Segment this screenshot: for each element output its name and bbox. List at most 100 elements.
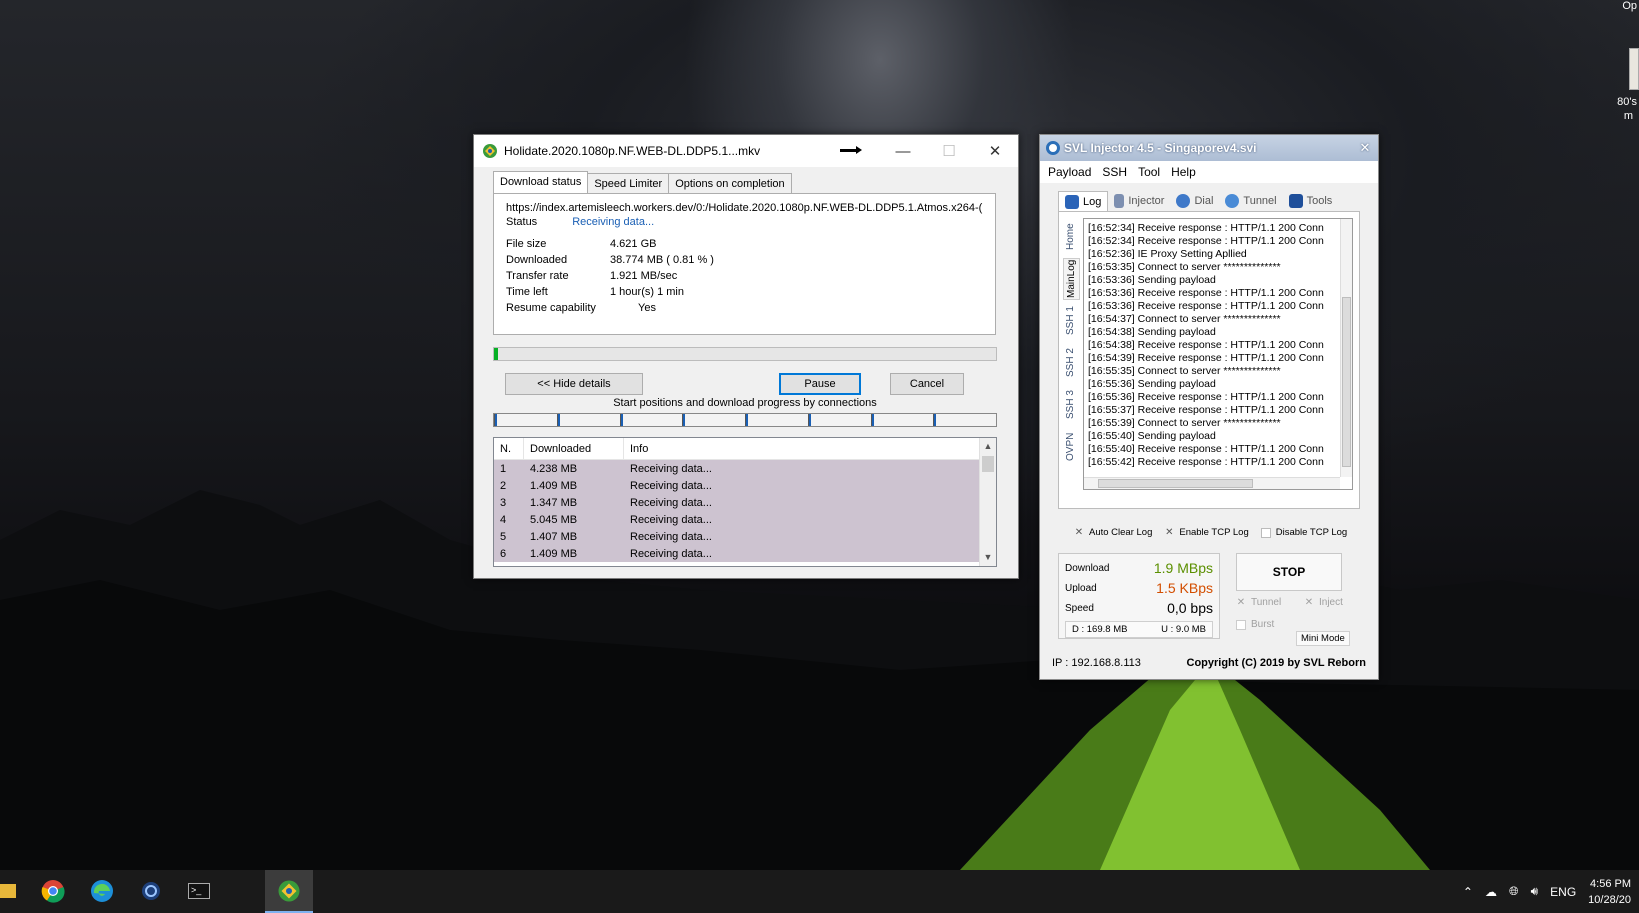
maximize-icon[interactable]: ☐ — [926, 135, 972, 167]
tab-injector[interactable]: Injector — [1108, 191, 1170, 211]
auto-clear-log-checkbox[interactable]: ✕ Auto Clear Log — [1074, 527, 1153, 538]
hide-details-button[interactable]: << Hide details — [505, 373, 643, 395]
menu-payload[interactable]: Payload — [1048, 165, 1091, 179]
tunnel-checkbox[interactable]: ✕ Tunnel — [1236, 597, 1281, 608]
idm-titlebar[interactable]: Holidate.2020.1080p.NF.WEB-DL.DDP5.1...m… — [474, 135, 1018, 167]
connection-number: 3 — [500, 496, 507, 509]
enable-tcp-log-checkbox[interactable]: ✕ Enable TCP Log — [1164, 527, 1249, 538]
connection-segment-fill — [683, 414, 686, 426]
column-header-n[interactable]: N. — [494, 438, 524, 459]
transfer-rate-label: Transfer rate — [506, 270, 569, 282]
tab-options-on-completion[interactable]: Options on completion — [668, 173, 792, 193]
table-row[interactable]: 3 1.347 MB Receiving data... — [494, 494, 980, 511]
table-row[interactable]: 1 4.238 MB Receiving data... — [494, 460, 980, 477]
log-line: [16:54:38] Sending payload — [1088, 326, 1216, 338]
chrome-icon[interactable] — [40, 878, 66, 904]
connection-number: 1 — [500, 462, 507, 475]
menu-tool[interactable]: Tool — [1138, 165, 1160, 179]
table-row[interactable]: 4 5.045 MB Receiving data... — [494, 511, 980, 528]
onedrive-cloud-icon[interactable]: ☁ — [1485, 885, 1497, 899]
close-icon[interactable]: ✕ — [972, 135, 1018, 167]
tab-speed-limiter[interactable]: Speed Limiter — [587, 173, 670, 193]
tab-tools[interactable]: Tools — [1283, 191, 1339, 211]
chevron-up-icon[interactable]: ⌃ — [1463, 885, 1473, 899]
table-row[interactable]: 2 1.409 MB Receiving data... — [494, 477, 980, 494]
side-tab-ssh1[interactable]: SSH 1 — [1063, 300, 1078, 342]
inject-checkbox[interactable]: ✕ Inject — [1304, 597, 1343, 608]
scroll-thumb[interactable] — [1342, 297, 1351, 467]
connection-segment-fill — [557, 414, 560, 426]
log-line: [16:55:40] Sending payload — [1088, 430, 1216, 442]
connection-segment — [745, 414, 808, 426]
speed-label: Speed — [1065, 602, 1094, 614]
log-line: [16:55:36] Receive response : HTTP/1.1 2… — [1088, 391, 1324, 403]
scroll-down-icon[interactable]: ▼ — [980, 549, 996, 566]
connection-info: Receiving data... — [630, 496, 712, 509]
idm-tab-strip: Download status Speed Limiter Options on… — [493, 171, 792, 193]
volume-icon[interactable]: 🔊︎ — [1531, 884, 1539, 899]
log-vertical-scrollbar[interactable] — [1340, 219, 1352, 477]
connection-segment — [556, 414, 620, 426]
scroll-thumb[interactable] — [1098, 479, 1253, 488]
tab-dial[interactable]: Dial — [1170, 191, 1219, 211]
download-label: Download — [1065, 562, 1110, 574]
total-downloaded: D : 169.8 MB — [1072, 624, 1128, 635]
input-language[interactable]: ENG — [1550, 885, 1576, 899]
tab-tunnel-label: Tunnel — [1243, 195, 1277, 207]
table-row[interactable]: 5 1.407 MB Receiving data... — [494, 528, 980, 545]
connection-info: Receiving data... — [630, 513, 712, 526]
tab-download-status[interactable]: Download status — [493, 171, 589, 193]
idm-taskbar-icon[interactable] — [276, 878, 302, 904]
cortana-app-icon[interactable] — [138, 878, 164, 904]
stop-button[interactable]: STOP — [1236, 553, 1342, 591]
desktop-file-icon[interactable] — [1629, 48, 1639, 90]
connection-downloaded: 4.238 MB — [530, 462, 578, 475]
close-icon[interactable]: ✕ — [1352, 140, 1378, 156]
menu-help[interactable]: Help — [1171, 165, 1196, 179]
log-line: [16:55:39] Connect to server ***********… — [1088, 417, 1281, 429]
edge-icon[interactable] — [89, 878, 115, 904]
side-tab-mainlog[interactable]: MainLog — [1063, 258, 1080, 300]
status-label: Status — [506, 216, 538, 228]
column-header-downloaded[interactable]: Downloaded — [524, 438, 624, 459]
table-row[interactable]: 6 1.409 MB Receiving data... — [494, 545, 980, 562]
pause-button[interactable]: Pause — [779, 373, 861, 395]
column-header-info[interactable]: Info — [624, 438, 980, 459]
side-tab-ovpn[interactable]: OVPN — [1063, 426, 1078, 468]
scroll-thumb[interactable] — [982, 456, 994, 472]
connections-table-scrollbar[interactable]: ▲ ▼ — [979, 438, 996, 566]
checkbox-checked-icon: ✕ — [1236, 596, 1246, 608]
svl-footer: IP : 192.168.8.113 Copyright (C) 2019 by… — [1052, 657, 1366, 669]
scroll-up-icon[interactable]: ▲ — [980, 438, 996, 455]
mini-mode-button[interactable]: Mini Mode — [1296, 631, 1350, 646]
side-tab-ssh3[interactable]: SSH 3 — [1063, 384, 1078, 426]
connection-number: 6 — [500, 547, 507, 560]
menu-ssh[interactable]: SSH — [1102, 165, 1127, 179]
file-explorer-icon[interactable] — [0, 878, 20, 904]
log-horizontal-scrollbar[interactable] — [1084, 477, 1340, 489]
tab-injector-label: Injector — [1128, 195, 1165, 207]
disable-tcp-log-checkbox[interactable]: Disable TCP Log — [1260, 527, 1348, 538]
side-tab-ssh2[interactable]: SSH 2 — [1063, 342, 1078, 384]
burst-checkbox[interactable]: Burst — [1236, 619, 1274, 630]
cancel-button[interactable]: Cancel — [890, 373, 964, 395]
clock[interactable]: 4:56 PM 10/28/20 — [1588, 876, 1633, 908]
tab-log[interactable]: Log — [1058, 191, 1109, 211]
network-globe-icon[interactable]: 🌐︎ — [1509, 884, 1519, 899]
svl-titlebar[interactable]: SVL Injector 4.5 - Singaporev4.svi ✕ — [1040, 135, 1378, 161]
main-log-textbox[interactable]: [16:52:34] Receive response : HTTP/1.1 2… — [1083, 218, 1353, 490]
side-tab-home[interactable]: Home — [1063, 216, 1078, 258]
tab-tunnel[interactable]: Tunnel — [1219, 191, 1282, 211]
terminal-icon[interactable]: >_ — [186, 878, 212, 904]
download-status-panel: https://index.artemisleech.workers.dev/0… — [493, 193, 996, 335]
connection-segment-fill — [808, 414, 811, 426]
connection-info: Receiving data... — [630, 479, 712, 492]
disable-tcp-log-label: Disable TCP Log — [1275, 527, 1348, 538]
connection-segment-fill — [871, 414, 874, 426]
connection-segment-fill — [495, 414, 497, 426]
minimize-icon[interactable]: — — [880, 135, 926, 167]
log-line: [16:53:36] Receive response : HTTP/1.1 2… — [1088, 287, 1324, 299]
svl-tab-strip: Log Injector Dial Tunnel Tools — [1058, 191, 1338, 211]
status-value: Receiving data... — [572, 216, 655, 228]
tools-icon — [1288, 194, 1303, 208]
